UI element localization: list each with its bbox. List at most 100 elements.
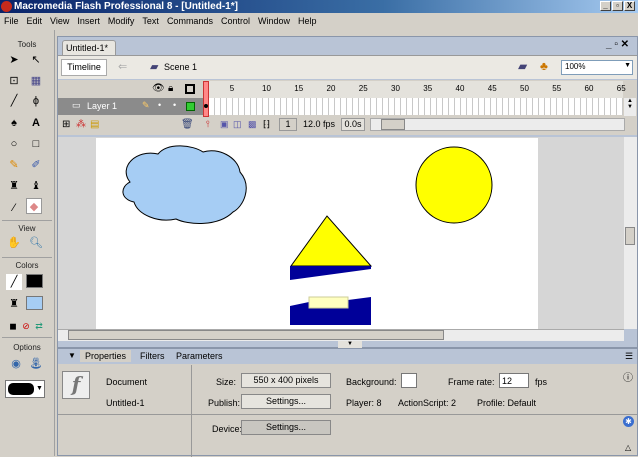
back-arrow-icon[interactable]: ⇐ [118,60,127,73]
tools-heading: Tools [17,40,37,49]
outline-icon[interactable] [185,84,195,94]
ruler-tick-label: 10 [262,84,271,93]
subselection-tool-icon[interactable]: ↖ [28,52,44,68]
hand-tool-icon[interactable]: ✋ [6,235,22,251]
sun-shape[interactable] [415,146,493,224]
free-transform-tool-icon[interactable]: ⊡ [6,73,22,89]
zoom-tool-icon[interactable]: 🔍︎ [28,235,44,251]
trash-icon[interactable]: 🗑︎ [181,119,194,130]
expand-icon[interactable]: △ [625,443,631,452]
brush-tool-icon[interactable]: ✐ [28,157,44,173]
menu-edit[interactable]: Edit [23,16,47,26]
eraser-mode-icon[interactable]: ◉ [8,356,24,372]
oval-tool-icon[interactable]: ○ [6,136,22,152]
publish-settings-button[interactable]: Settings... [241,394,331,409]
help-icon[interactable]: ⓘ [623,369,633,384]
line-tool-icon[interactable]: ╱ [6,93,22,109]
menu-control[interactable]: Control [217,16,254,26]
swap-colors-icon[interactable]: ⇄ [31,318,47,334]
timeline-hscroll[interactable] [370,118,625,131]
pen-tool-icon[interactable]: ♠ [6,115,22,131]
onion-markers-icon[interactable]: ⁅⁆ [263,119,270,130]
visible-dot[interactable]: • [158,100,161,110]
size-button[interactable]: 550 x 400 pixels [241,373,331,388]
rectangle-tool-icon[interactable]: □ [28,136,44,152]
stage-hscroll[interactable] [58,329,624,341]
window-shape[interactable] [308,296,349,309]
menu-file[interactable]: File [0,16,23,26]
document-tab[interactable]: Untitled-1* [62,40,116,55]
menu-help[interactable]: Help [294,16,321,26]
fill-color-swatch[interactable] [26,296,43,310]
lock-dot[interactable]: • [173,100,176,110]
faucet-icon[interactable]: ⛲︎ [28,356,44,372]
scroll-thumb[interactable] [68,330,444,340]
flash-document-icon: f [62,371,90,399]
edit-multiple-icon[interactable]: ▩ [248,119,257,130]
playhead[interactable] [203,81,209,117]
background-color-swatch[interactable] [401,373,417,388]
layer-row[interactable]: ▭ Layer 1 ✎ • • [58,98,203,115]
eraser-tool-icon[interactable]: ◆ [26,198,42,214]
collapse-panel-arrow-icon[interactable]: ▼ [338,341,362,348]
eyedropper-tool-icon[interactable]: ⁄ [6,200,22,216]
device-settings-button[interactable]: Settings... [241,420,331,435]
selection-tool-icon[interactable]: ➤ [6,52,22,68]
doc-window-controls[interactable]: _ ▫ ✕ [606,39,629,50]
frame-rate-display: 12.0 fps [303,119,336,129]
onion-skin-icon[interactable]: ▣ [220,119,229,130]
add-guide-layer-icon[interactable]: ⁂ [76,119,86,130]
tab-filters[interactable]: Filters [140,351,165,361]
cloud-shape[interactable] [122,145,247,224]
fill-color-icon[interactable]: ♜ [6,296,22,312]
pencil-icon: ✎ [142,100,150,110]
timeline-button[interactable]: Timeline [61,59,107,76]
menu-window[interactable]: Window [254,16,294,26]
scroll-thumb[interactable] [625,227,635,245]
stage-vscroll[interactable] [624,137,637,329]
document-window: Untitled-1* _ ▫ ✕ Timeline ⇐ ▰ Scene 1 ▰… [57,36,638,348]
menu-text[interactable]: Text [138,16,163,26]
edit-scene-icon[interactable]: ▰ [518,59,527,73]
properties-tabs: ▼ Properties Filters Parameters ☰ [58,349,637,364]
minimize-button[interactable]: _ [600,1,611,11]
frame-grid[interactable] [203,98,623,115]
panel-menu-icon[interactable]: ☰ [625,351,633,362]
close-button[interactable]: X [624,1,635,11]
pencil-tool-icon[interactable]: ✎ [6,157,22,173]
lasso-tool-icon[interactable]: ϕ [28,93,44,109]
ink-bottle-tool-icon[interactable]: ♜ [6,178,22,194]
frame-rate-input[interactable]: 12 [499,373,529,388]
collapse-triangle-icon[interactable]: ▼ [68,351,76,360]
stroke-color-swatch[interactable] [26,274,43,288]
zoom-select[interactable]: 100% ▼ [561,60,633,75]
frame-ruler[interactable]: 15101520253035404550556065 [203,81,626,98]
eraser-shape-select[interactable]: ▼ [5,380,45,398]
menu-insert[interactable]: Insert [73,16,104,26]
text-tool-icon[interactable]: A [28,115,44,131]
layer-name[interactable]: Layer 1 [87,101,117,111]
scroll-thumb[interactable] [381,119,405,130]
menu-modify[interactable]: Modify [104,16,139,26]
accessibility-icon[interactable]: ✱ [623,416,634,427]
ruler-tick-label: 55 [552,84,562,93]
timeline-vscroll[interactable]: ▲ ▼ [624,98,636,116]
onion-outline-icon[interactable]: ◫ [233,119,242,130]
keyframe[interactable] [204,104,208,108]
scene-label[interactable]: Scene 1 [164,62,197,72]
center-frame-icon[interactable]: ⫯ [206,119,210,130]
restore-button[interactable]: ▫ [612,1,623,11]
eye-icon[interactable]: 👁︎ [152,83,165,94]
menu-view[interactable]: View [46,16,73,26]
paint-bucket-tool-icon[interactable]: ♝ [28,178,44,194]
edit-symbols-icon[interactable]: ♣ [540,59,548,73]
lock-icon[interactable]: 🔒︎ [168,83,173,94]
tab-parameters[interactable]: Parameters [176,351,223,361]
stroke-color-icon[interactable]: ╱ [6,274,22,290]
fill-transform-tool-icon[interactable]: ▦ [28,73,44,89]
add-layer-icon[interactable]: ⊞ [62,119,70,130]
menu-commands[interactable]: Commands [163,16,217,26]
layer-color-swatch[interactable] [186,102,195,111]
tab-properties[interactable]: Properties [80,350,132,362]
add-folder-icon[interactable]: ▤ [90,119,99,130]
